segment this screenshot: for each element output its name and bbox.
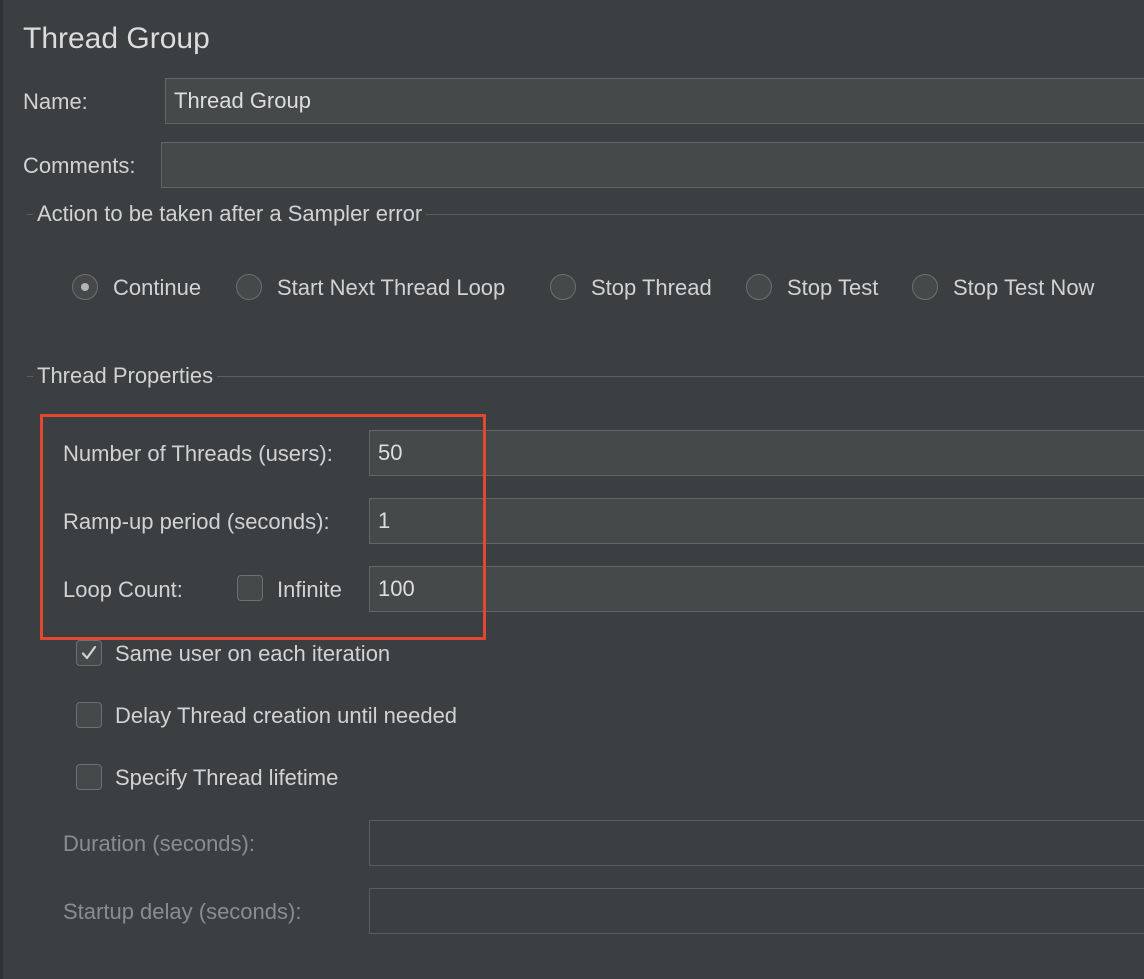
specify-lifetime-checkbox[interactable] [76,764,102,790]
stop-test-now-radio[interactable] [912,274,938,300]
delay-creation-label[interactable]: Delay Thread creation until needed [115,703,457,729]
stop-test-now-label[interactable]: Stop Test Now [953,275,1094,301]
name-input-value: Thread Group [174,88,311,113]
checkmark-icon [81,645,97,660]
window-edge [0,0,3,979]
start-next-thread-loop-label[interactable]: Start Next Thread Loop [277,275,505,301]
name-label: Name: [23,89,88,114]
continue-radio[interactable] [72,274,98,300]
same-user-label[interactable]: Same user on each iteration [115,641,390,667]
stop-thread-label[interactable]: Stop Thread [591,275,712,301]
delay-creation-checkbox[interactable] [76,702,102,728]
continue-radio-label[interactable]: Continue [113,275,201,301]
comments-input[interactable] [161,142,1144,188]
page-title: Thread Group [23,22,210,55]
thread-properties-section-title: Thread Properties [33,363,218,389]
radio-selected-dot [81,283,89,291]
start-next-thread-loop-radio[interactable] [236,274,262,300]
stop-test-label[interactable]: Stop Test [787,275,878,301]
duration-label: Duration (seconds): [63,831,255,856]
stop-test-radio[interactable] [746,274,772,300]
same-user-checkbox[interactable] [76,640,102,666]
startup-delay-label: Startup delay (seconds): [63,899,302,924]
name-input[interactable]: Thread Group [165,78,1144,124]
startup-delay-input[interactable] [369,888,1144,934]
specify-lifetime-label[interactable]: Specify Thread lifetime [115,765,338,791]
stop-thread-radio[interactable] [550,274,576,300]
duration-input[interactable] [369,820,1144,866]
sampler-error-section-title: Action to be taken after a Sampler error [33,201,427,227]
highlight-annotation-box [40,414,486,640]
comments-label: Comments: [23,153,136,178]
